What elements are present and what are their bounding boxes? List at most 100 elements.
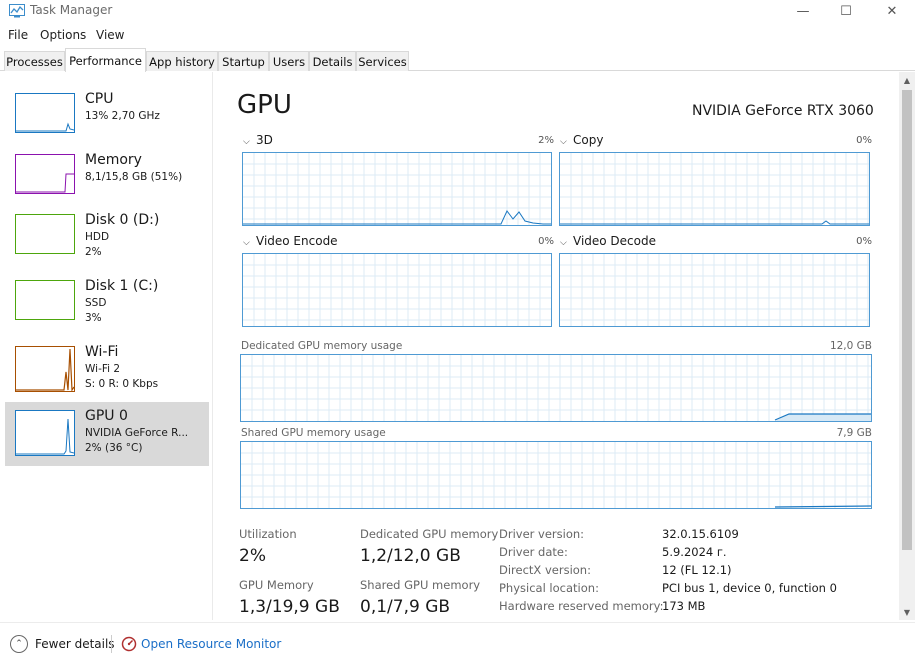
graph-value-3d: 2%: [538, 135, 554, 146]
sidebar-item-disk-0[interactable]: Disk 0 (D:) HDD 2%: [5, 206, 209, 270]
shared-memory-stat-label: Shared GPU memory: [360, 578, 481, 592]
wifi-thumbnail-graph: [15, 346, 75, 392]
maximize-icon: ☐: [840, 3, 852, 19]
chevron-up-icon[interactable]: ⌃: [10, 635, 28, 653]
graph-value-video-encode: 0%: [538, 236, 554, 247]
page-title: GPU: [237, 90, 292, 120]
tab-users[interactable]: Users: [269, 51, 309, 71]
disk-0-thumbnail-graph: [15, 214, 75, 254]
info-key-physical-location: Physical location:: [499, 581, 599, 595]
window-title: Task Manager: [30, 3, 113, 17]
task-manager-icon: [9, 4, 25, 18]
gpu-memory-label: GPU Memory: [239, 578, 314, 592]
tab-performance[interactable]: Performance: [65, 48, 146, 72]
menu-file[interactable]: File: [8, 28, 28, 42]
sidebar-item-title: Disk 0 (D:): [85, 212, 160, 228]
maximize-button[interactable]: ☐: [823, 0, 869, 22]
sidebar-item-detail: SSD: [85, 297, 107, 309]
sidebar-item-detail: 8,1/15,8 GB (51%): [85, 171, 183, 183]
sidebar-item-title: Disk 1 (C:): [85, 278, 159, 294]
open-resource-monitor-link[interactable]: Open Resource Monitor: [141, 637, 281, 651]
scrollbar-thumb[interactable]: [902, 90, 912, 550]
sidebar-item-detail-2: 3%: [85, 312, 102, 324]
info-value-directx-version: 12 (FL 12.1): [662, 563, 732, 577]
chevron-down-icon[interactable]: ⌵: [243, 238, 250, 248]
close-button[interactable]: ✕: [869, 0, 915, 22]
shared-memory-max: 7,9 GB: [836, 427, 872, 439]
dedicated-memory-stat-value: 1,2/12,0 GB: [360, 546, 461, 566]
vertical-scrollbar[interactable]: ▲ ▼: [899, 72, 915, 620]
sidebar-item-title: CPU: [85, 91, 114, 107]
title-bar: Task Manager — ☐ ✕: [0, 0, 915, 24]
graph-value-copy: 0%: [856, 135, 872, 146]
graph-shared-memory: [240, 441, 872, 509]
scroll-down-arrow-icon[interactable]: ▼: [899, 604, 915, 620]
graph-value-video-decode: 0%: [856, 236, 872, 247]
resource-sidebar: CPU 13% 2,70 GHz Memory 8,1/15,8 GB (51%…: [0, 72, 213, 620]
minimize-icon: —: [796, 3, 810, 19]
close-icon: ✕: [886, 3, 898, 19]
gpu-model-name: NVIDIA GeForce RTX 3060: [692, 103, 874, 119]
info-value-driver-date: 5.9.2024 г.: [662, 545, 727, 559]
dedicated-memory-label: Dedicated GPU memory usage: [241, 340, 403, 352]
footer-divider: [111, 635, 112, 653]
sidebar-item-cpu[interactable]: CPU 13% 2,70 GHz: [5, 85, 209, 149]
shared-memory-label: Shared GPU memory usage: [241, 427, 386, 439]
tab-details[interactable]: Details: [309, 51, 356, 71]
graph-label-copy[interactable]: Copy: [573, 133, 603, 147]
tab-app-history[interactable]: App history: [146, 51, 218, 71]
gpu-thumbnail-graph: [15, 410, 75, 456]
dedicated-memory-stat-label: Dedicated GPU memory: [360, 527, 499, 541]
info-value-driver-version: 32.0.15.6109: [662, 527, 739, 541]
disk-1-thumbnail-graph: [15, 280, 75, 320]
fewer-details-button[interactable]: Fewer details: [35, 637, 115, 651]
info-value-reserved-memory: 173 MB: [662, 599, 706, 613]
resource-monitor-icon[interactable]: [121, 636, 137, 652]
graph-label-video-decode[interactable]: Video Decode: [573, 234, 656, 248]
sidebar-item-gpu-0[interactable]: GPU 0 NVIDIA GeForce R... 2% (36 °C): [5, 402, 209, 466]
sidebar-item-title: Wi-Fi: [85, 344, 119, 360]
tab-services[interactable]: Services: [356, 51, 409, 71]
graph-label-3d[interactable]: 3D: [256, 133, 273, 147]
tab-processes[interactable]: Processes: [4, 51, 65, 71]
graph-video-encode: [242, 253, 552, 327]
chevron-down-icon[interactable]: ⌵: [560, 137, 567, 147]
info-value-physical-location: PCI bus 1, device 0, function 0: [662, 581, 837, 595]
info-key-driver-date: Driver date:: [499, 545, 568, 559]
chevron-down-icon[interactable]: ⌵: [560, 238, 567, 248]
chevron-down-icon[interactable]: ⌵: [243, 137, 250, 147]
sidebar-item-title: Memory: [85, 152, 142, 168]
sidebar-item-detail-2: 2% (36 °C): [85, 442, 143, 454]
sidebar-item-detail-2: 2%: [85, 246, 102, 258]
graph-label-video-encode[interactable]: Video Encode: [256, 234, 338, 248]
graph-video-decode: [559, 253, 870, 327]
scroll-up-arrow-icon[interactable]: ▲: [899, 72, 915, 88]
tab-startup[interactable]: Startup: [218, 51, 269, 71]
shared-memory-stat-value: 0,1/7,9 GB: [360, 597, 451, 617]
dedicated-memory-max: 12,0 GB: [829, 340, 872, 352]
info-key-reserved-memory: Hardware reserved memory:: [499, 599, 664, 613]
sidebar-item-detail: Wi-Fi 2: [85, 363, 121, 375]
sidebar-item-detail: 13% 2,70 GHz: [85, 110, 160, 122]
graph-video-encode-grid: [243, 254, 551, 326]
menu-view[interactable]: View: [96, 28, 124, 42]
sidebar-item-title: GPU 0: [85, 408, 128, 424]
tab-bar: Processes Performance App history Startu…: [0, 48, 915, 72]
minimize-button[interactable]: —: [780, 0, 826, 22]
utilization-value: 2%: [239, 546, 266, 566]
sidebar-item-detail: NVIDIA GeForce R...: [85, 427, 189, 439]
utilization-label: Utilization: [239, 527, 297, 541]
sidebar-item-disk-1[interactable]: Disk 1 (C:) SSD 3%: [5, 272, 209, 336]
info-key-driver-version: Driver version:: [499, 527, 585, 541]
info-key-directx-version: DirectX version:: [499, 563, 591, 577]
graph-3d: [242, 152, 552, 226]
sidebar-item-memory[interactable]: Memory 8,1/15,8 GB (51%): [5, 146, 209, 210]
task-manager-window: Task Manager — ☐ ✕ File Options View Pro…: [0, 0, 915, 664]
graph-video-decode-grid: [560, 254, 869, 326]
graph-dedicated-memory: [240, 354, 872, 422]
memory-thumbnail-graph: [15, 154, 75, 194]
menu-bar: File Options View: [0, 26, 915, 44]
menu-options[interactable]: Options: [40, 28, 86, 42]
footer-bar: ⌃ Fewer details Open Resource Monitor: [0, 622, 915, 664]
sidebar-item-wifi[interactable]: Wi-Fi Wi-Fi 2 S: 0 R: 0 Kbps: [5, 338, 209, 402]
